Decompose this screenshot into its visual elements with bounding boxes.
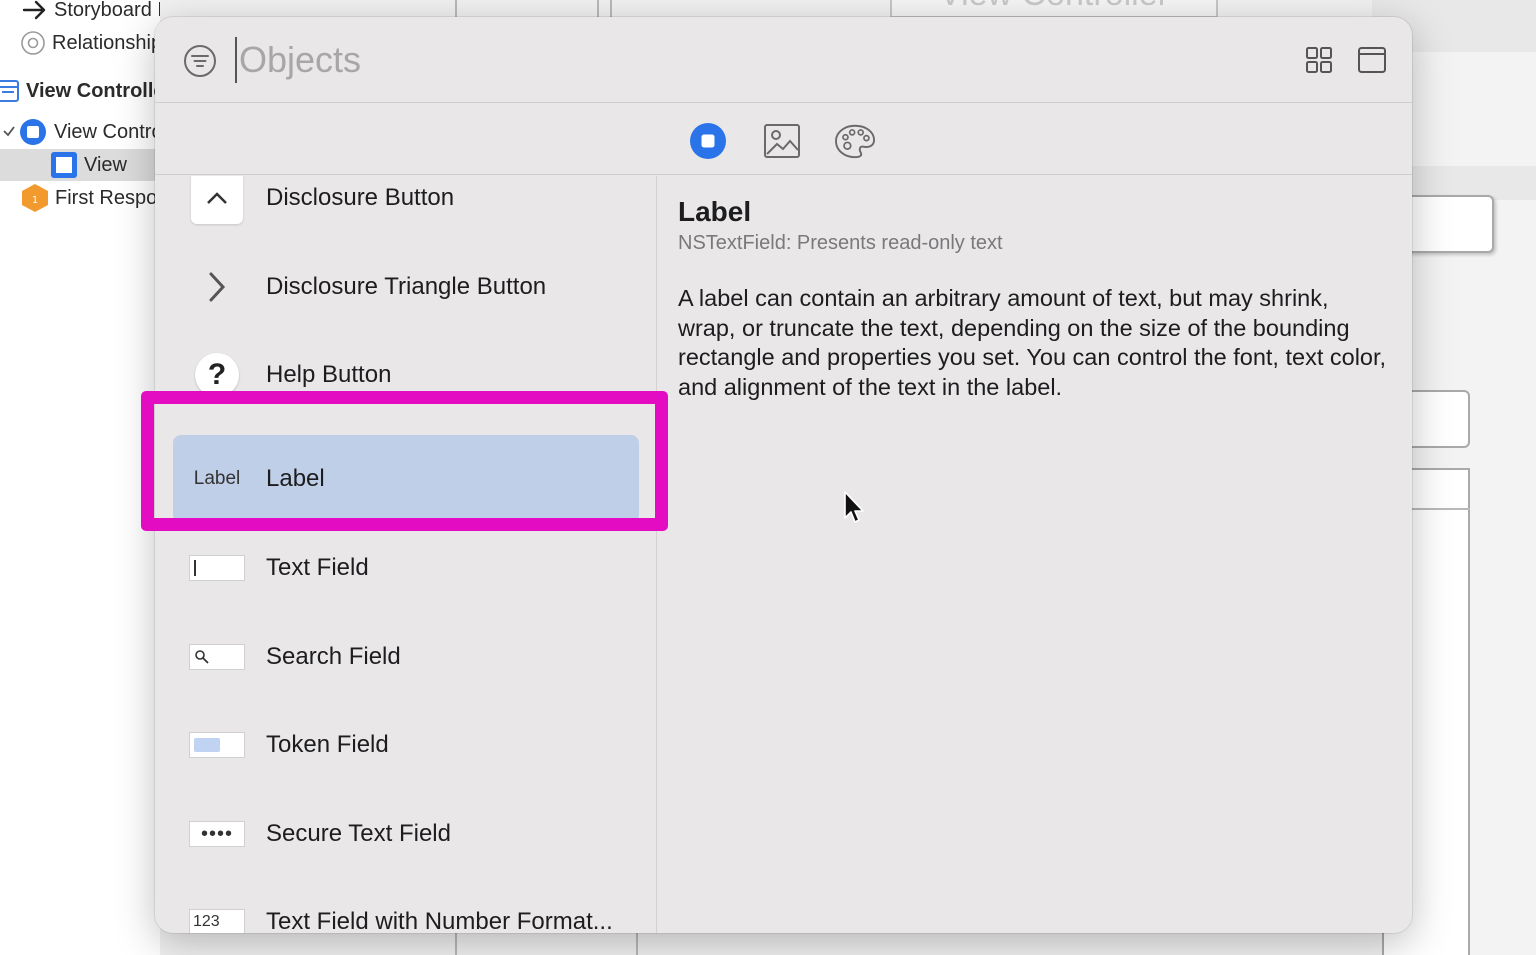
detail-subtitle: NSTextField: Presents read-only text [678, 232, 1003, 254]
outline-item-scene[interactable]: View Controller Scene [0, 75, 160, 107]
canvas-divider [455, 0, 457, 18]
scene-title-ghost: View Controller [890, 0, 1218, 18]
chevron-up-icon [189, 176, 245, 226]
chevron-right-icon [189, 259, 245, 315]
relationship-icon [20, 30, 46, 56]
first-responder-icon: 1 [21, 183, 49, 213]
color-palette-tab-icon[interactable] [835, 121, 875, 161]
number-field-icon: 123 [189, 894, 245, 933]
grid-icon[interactable] [1305, 46, 1333, 74]
list-item-label: Search Field [266, 643, 401, 670]
filter-icon[interactable] [183, 44, 217, 78]
object-detail-pane: Label NSTextField: Presents read-only te… [658, 176, 1412, 933]
token-field-icon [189, 717, 245, 773]
secure-text-field-icon: •••• [189, 806, 245, 862]
canvas-divider [610, 0, 612, 18]
detail-title: Label [678, 196, 752, 227]
window-icon[interactable] [1357, 45, 1387, 75]
list-item-disclosure-triangle-button[interactable]: Disclosure Triangle Button [173, 243, 639, 331]
view-controller-icon [18, 117, 48, 147]
arrow-right-icon [22, 0, 48, 21]
outline-item-label: View Controller Scene [26, 79, 160, 102]
view-icon [50, 151, 78, 179]
canvas-divider [597, 0, 599, 18]
outline-item-view-controller[interactable]: View Controller [0, 116, 160, 148]
list-item-token-field[interactable]: Token Field [173, 701, 639, 789]
image-tab-icon[interactable] [762, 121, 802, 161]
canvas-area [1372, 0, 1536, 955]
outline-item-label: View Controller [54, 120, 160, 143]
scene-icon [0, 78, 20, 104]
document-outline: Storyboard Entry Point Relationship View… [0, 0, 160, 955]
outline-item-first-responder[interactable]: 1 First Responder [0, 182, 160, 214]
svg-text:1: 1 [32, 195, 38, 206]
outline-item-view[interactable]: View [0, 149, 160, 181]
outline-item-label: Storyboard Entry Point [54, 0, 160, 21]
canvas-divider [455, 933, 457, 955]
list-item-disclosure-button[interactable]: Disclosure Button [173, 176, 639, 242]
object-list: Disclosure Button Disclosure Triangle Bu… [155, 176, 657, 933]
list-item-secure-text-field[interactable]: •••• Secure Text Field [173, 790, 639, 878]
list-item-search-field[interactable]: Search Field [173, 613, 639, 701]
outline-item-relationship[interactable]: Relationship [0, 27, 160, 59]
text-field-icon [189, 540, 245, 596]
outline-item-label: Relationship [52, 31, 160, 54]
list-item-number-field[interactable]: 123 Text Field with Number Format... [173, 878, 639, 933]
list-item-label: Token Field [266, 731, 389, 758]
list-item-text-field[interactable]: Text Field [173, 524, 639, 612]
library-header [155, 17, 1412, 103]
search-field-icon [189, 629, 245, 685]
outline-item-label: First Responder [55, 186, 160, 209]
disclosure-check-icon[interactable] [0, 125, 18, 139]
list-item-label: Secure Text Field [266, 820, 451, 847]
list-item-label: Disclosure Triangle Button [266, 272, 547, 300]
objects-search-input[interactable] [235, 37, 935, 83]
outline-item-label: View [84, 153, 127, 176]
detail-description: A label can contain an arbitrary amount … [678, 285, 1387, 400]
library-tab-bar [155, 103, 1412, 175]
objects-tab-icon[interactable] [688, 121, 728, 161]
list-item-label: Text Field [266, 554, 369, 581]
outline-item-entry-point[interactable]: Storyboard Entry Point [0, 0, 160, 26]
mouse-pointer-icon [843, 490, 867, 526]
highlight-annotation-box [141, 391, 668, 531]
list-item-label: Text Field with Number Format... [266, 908, 613, 933]
canvas-divider [636, 933, 638, 955]
list-item-label: Disclosure Button [266, 184, 455, 211]
